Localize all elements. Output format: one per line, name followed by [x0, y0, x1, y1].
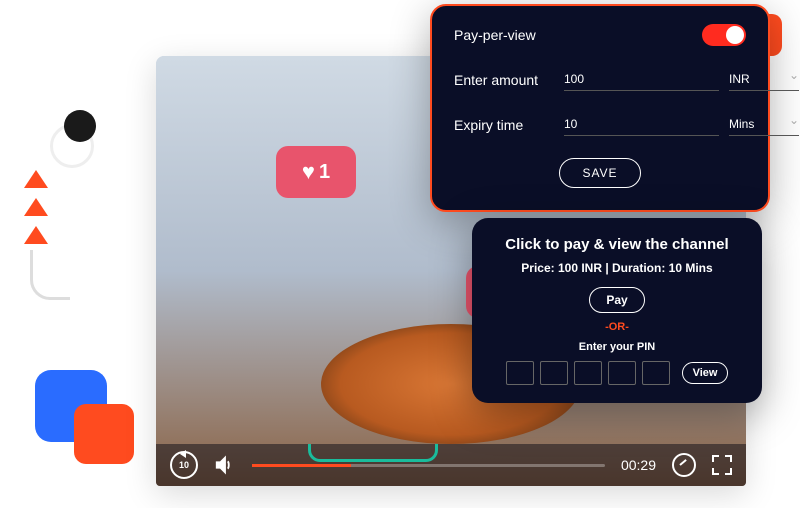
currency-value: INR [729, 72, 750, 86]
deco-triangle [24, 226, 48, 244]
view-button[interactable]: View [682, 362, 729, 384]
deco-triangle [24, 170, 48, 188]
pin-digit-2[interactable] [540, 361, 568, 385]
rewind-seconds: 10 [179, 460, 189, 470]
current-time: 00:29 [621, 457, 656, 473]
amount-label: Enter amount [454, 72, 564, 88]
ppv-config-panel: Pay-per-view Enter amount INR Expiry tim… [430, 4, 770, 212]
pin-digit-4[interactable] [608, 361, 636, 385]
ppv-toggle-label: Pay-per-view [454, 27, 564, 43]
pay-view-panel: Click to pay & view the channel Price: 1… [472, 218, 762, 403]
video-controls: 10 00:29 [156, 444, 746, 486]
or-divider: -OR- [488, 321, 746, 333]
expiry-input[interactable] [564, 113, 719, 136]
pin-input-row: View [488, 361, 746, 385]
expiry-label: Expiry time [454, 117, 564, 133]
currency-select[interactable]: INR [729, 68, 799, 91]
save-button[interactable]: SAVE [559, 158, 640, 188]
pay-button[interactable]: Pay [589, 287, 644, 313]
progress-bar[interactable] [252, 464, 605, 467]
pay-title: Click to pay & view the channel [488, 236, 746, 253]
like-badge: ♥ 1 [276, 146, 356, 198]
amount-input[interactable] [564, 68, 719, 91]
heart-icon: ♥ [302, 159, 315, 185]
pin-digit-1[interactable] [506, 361, 534, 385]
deco-curve-line [30, 250, 70, 300]
expiry-unit-value: Mins [729, 117, 754, 131]
pin-digit-5[interactable] [642, 361, 670, 385]
like-count: 1 [319, 161, 330, 184]
fullscreen-button[interactable] [712, 455, 732, 475]
deco-green-underline [308, 444, 438, 462]
deco-triangle [24, 198, 48, 216]
pin-digit-3[interactable] [574, 361, 602, 385]
volume-button[interactable] [214, 454, 236, 476]
progress-fill [252, 464, 351, 467]
playback-speed-button[interactable] [672, 453, 696, 477]
pay-subtitle: Price: 100 INR | Duration: 10 Mins [488, 261, 746, 275]
rewind-10-button[interactable]: 10 [170, 451, 198, 479]
pin-label: Enter your PIN [488, 341, 746, 353]
expiry-unit-select[interactable]: Mins [729, 113, 799, 136]
ppv-toggle[interactable] [702, 24, 746, 46]
